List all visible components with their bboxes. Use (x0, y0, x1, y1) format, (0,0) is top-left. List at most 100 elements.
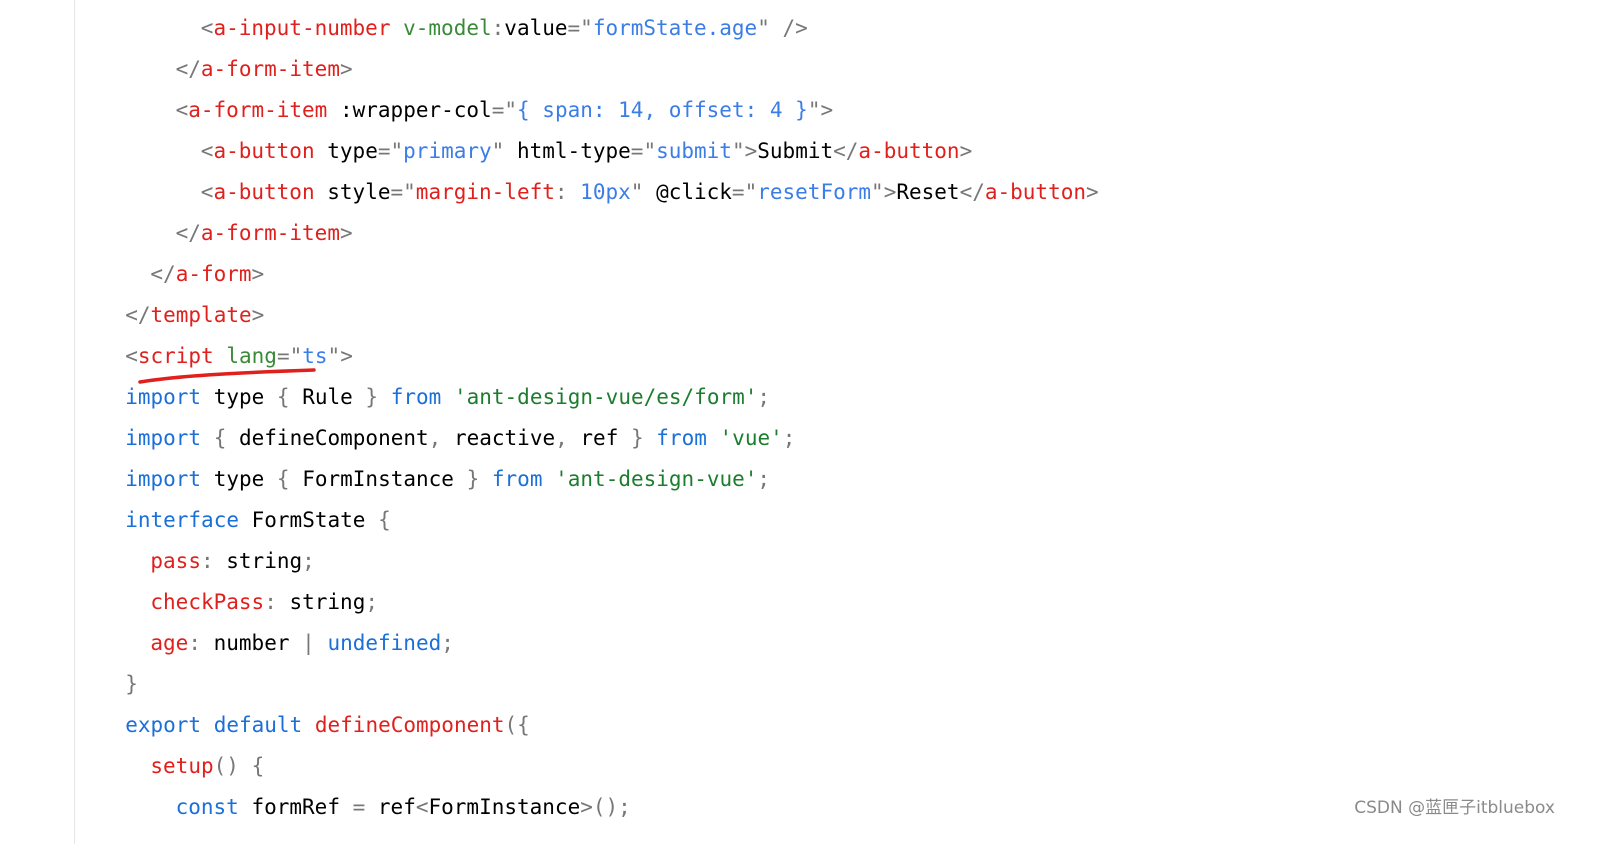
code-token: script (137, 344, 214, 368)
code-token: Reset (896, 180, 960, 204)
code-token: const (175, 795, 239, 819)
watermark: CSDN @蓝匣子itbluebox (1354, 798, 1555, 818)
code-token: </ (125, 303, 151, 327)
code-token: /> (769, 16, 808, 40)
code-token: " (403, 180, 416, 204)
code-token: } (125, 672, 138, 696)
code-token: " (744, 180, 758, 204)
code-token: " (643, 139, 657, 163)
code-token: formRef (238, 795, 353, 819)
code-token: > (251, 262, 265, 286)
code-token: > (339, 221, 353, 245)
code-token: defineComponent (314, 713, 505, 737)
code-token: from (390, 385, 442, 409)
code-token: = (630, 139, 644, 163)
code-token: type (327, 139, 378, 163)
code-token: } (365, 385, 379, 409)
code-token: a-button (213, 139, 315, 163)
code-token: < (125, 344, 138, 368)
code-token: , (428, 426, 442, 450)
code-token: a-form-item (200, 57, 340, 81)
code-token: | (302, 631, 315, 655)
code-token: } (630, 426, 644, 450)
code-token: margin-left (415, 180, 555, 204)
code-token: = (377, 139, 391, 163)
code-token: > (1086, 180, 1099, 204)
code-token: ; (757, 385, 771, 409)
code-token: default (213, 713, 303, 737)
code-token: primary (403, 139, 492, 163)
code-token: </ (175, 221, 201, 245)
code-token: a-button (858, 139, 960, 163)
code-token: = (567, 16, 581, 40)
code-token: > (340, 344, 353, 368)
code-token: { (378, 508, 391, 532)
code-token: FormState (238, 508, 379, 532)
code-token: reactive (441, 426, 556, 450)
code-token: Rule (289, 385, 366, 409)
code-token: a-form (175, 262, 252, 286)
code-token: style (327, 180, 391, 204)
code-token: : (491, 16, 505, 40)
code-token: defineComponent (226, 426, 429, 450)
code-token: = (731, 180, 745, 204)
code-block: <a-input-number v-model:value="formState… (0, 8, 1605, 828)
code-token: Submit (757, 139, 834, 163)
code-line: </a-form-item> (0, 49, 1605, 90)
code-line: </template> (0, 295, 1605, 336)
code-token: v-model (403, 16, 492, 40)
code-token: ref (365, 795, 416, 819)
code-token: from (491, 467, 543, 491)
code-token: > (959, 139, 973, 163)
code-token: = (390, 180, 404, 204)
code-token: ; (365, 590, 379, 614)
code-token: type (201, 467, 277, 491)
code-line: interface FormState { (0, 500, 1605, 541)
code-token: > (820, 98, 834, 122)
code-token: > (251, 303, 265, 327)
code-token: import (125, 385, 202, 409)
code-token: : (188, 631, 201, 655)
code-token: " (871, 180, 884, 204)
code-line: <a-button type="primary" html-type="subm… (0, 131, 1605, 172)
code-token: } (466, 467, 480, 491)
code-token: lang (226, 344, 277, 368)
code-token: ; (782, 426, 796, 450)
code-token: 'vue' (719, 426, 783, 450)
code-token: > (883, 180, 897, 204)
code-token: import (125, 426, 202, 450)
code-token: value (504, 16, 568, 40)
code-token: html-type (516, 139, 631, 163)
code-line: } (0, 664, 1605, 705)
code-token: < (415, 795, 429, 819)
code-token: submit (656, 139, 732, 163)
code-token: ; (441, 631, 454, 655)
code-line: export default defineComponent({ (0, 705, 1605, 746)
code-token: template (150, 303, 252, 327)
code-token: < (200, 16, 214, 40)
code-line: <a-button style="margin-left: 10px" @cli… (0, 172, 1605, 213)
code-token: { (276, 467, 290, 491)
code-token: > (580, 795, 593, 819)
code-token: a-button (984, 180, 1087, 204)
code-token: a-form-item (200, 221, 340, 245)
code-token: string (213, 549, 303, 573)
code-token: , (555, 426, 568, 450)
code-token: number (200, 631, 303, 655)
code-viewer: <a-input-number v-model:value="formState… (0, 0, 1605, 844)
code-token: " (327, 344, 341, 368)
code-token: </ (150, 262, 176, 286)
code-token: 'ant-design-vue/es/form' (453, 385, 758, 409)
code-token: setup (150, 754, 214, 778)
